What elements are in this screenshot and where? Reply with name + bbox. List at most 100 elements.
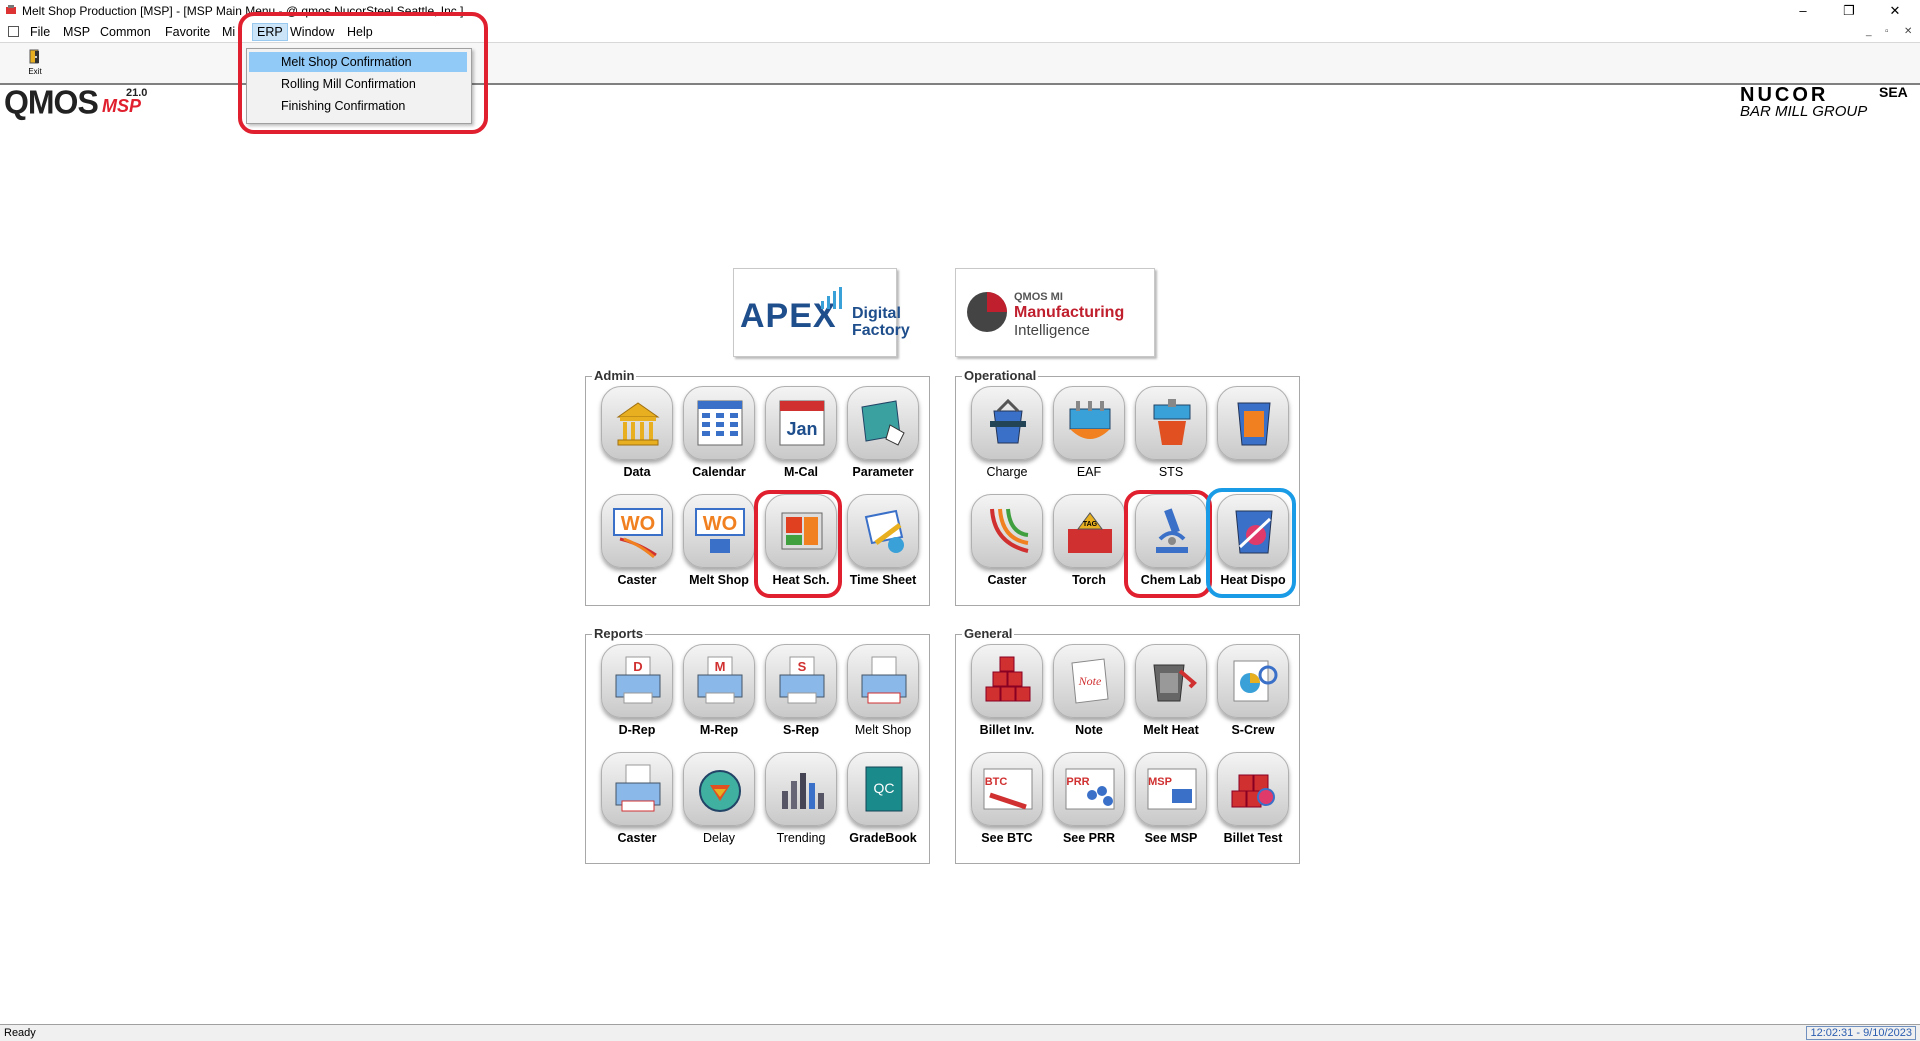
- rep-gradebook-tile[interactable]: QC GradeBook: [842, 752, 922, 852]
- op-torch-label: Torch: [1072, 573, 1106, 587]
- admin-parameter-tile[interactable]: Parameter: [842, 386, 922, 486]
- qmos-mi-button[interactable]: QMOS MI Manufacturing Intelligence: [955, 268, 1155, 357]
- op-sts-tile[interactable]: STS: [1130, 386, 1210, 486]
- svg-text:S: S: [798, 659, 807, 674]
- rep-drep-label: D-Rep: [618, 723, 656, 737]
- reports-group-title: Reports: [592, 626, 646, 641]
- general-group: General Billet Inv. Note Note Melt Heat S…: [955, 626, 1300, 864]
- wo-meltshop-icon: WO: [695, 508, 745, 553]
- version-label: 21.0: [126, 87, 148, 99]
- svg-text:QC: QC: [874, 780, 895, 796]
- admin-calendar-tile[interactable]: Calendar: [678, 386, 758, 486]
- rep-caster-tile[interactable]: Caster: [596, 752, 676, 852]
- close-button[interactable]: ✕: [1872, 0, 1918, 22]
- gen-seebtc-tile[interactable]: BTC See BTC: [966, 752, 1046, 852]
- general-group-title: General: [962, 626, 1015, 641]
- erp-menu-highlight: [238, 12, 488, 134]
- note-icon: Note: [1071, 658, 1109, 704]
- menu-common[interactable]: Common: [96, 24, 155, 40]
- gen-seemsp-tile[interactable]: MSP See MSP: [1130, 752, 1210, 852]
- minimize-button[interactable]: –: [1780, 0, 1826, 22]
- op-caster-label: Caster: [987, 573, 1027, 587]
- admin-data-tile[interactable]: Data: [596, 386, 676, 486]
- rep-trending-label: Trending: [776, 831, 826, 845]
- rep-drep-tile[interactable]: D D-Rep: [596, 644, 676, 744]
- menu-file[interactable]: File: [26, 24, 54, 40]
- printer-caster-icon: [615, 764, 661, 812]
- gen-screw-label: S-Crew: [1231, 723, 1275, 737]
- exit-label: Exit: [28, 67, 42, 76]
- gen-screw-tile[interactable]: S-Crew: [1212, 644, 1292, 744]
- gen-seeprr-tile[interactable]: PRR See PRR: [1048, 752, 1128, 852]
- rep-meltshop-tile[interactable]: Melt Shop: [842, 644, 922, 744]
- svg-text:BTC: BTC: [985, 776, 1008, 788]
- mdi-minimize-button[interactable]: _: [1866, 26, 1872, 37]
- menu-msp[interactable]: MSP: [59, 24, 94, 40]
- svg-text:WO: WO: [703, 513, 737, 535]
- rep-srep-tile[interactable]: S S-Rep: [760, 644, 840, 744]
- apex-digital-factory-button[interactable]: APEX Digital Factory: [733, 268, 910, 357]
- op-charge-tile[interactable]: Charge: [966, 386, 1046, 486]
- admin-caster-tile[interactable]: WO Caster: [596, 494, 676, 594]
- gen-seemsp-label: See MSP: [1144, 831, 1198, 845]
- msp-logo: MSP: [102, 96, 142, 116]
- qmos-mi-line1: Manufacturing: [1014, 304, 1125, 321]
- mdi-restore-button[interactable]: ▫: [1885, 26, 1889, 37]
- admin-parameter-label: Parameter: [852, 465, 914, 479]
- rep-gradebook-label: GradeBook: [849, 831, 917, 845]
- gen-note-tile[interactable]: Note Note: [1048, 644, 1128, 744]
- op-ladle-tile[interactable]: [1212, 386, 1292, 486]
- admin-meltshop-label: Melt Shop: [689, 573, 749, 587]
- menu-favorite[interactable]: Favorite: [161, 24, 214, 40]
- qmos-mi-line2: Intelligence: [1014, 322, 1090, 339]
- mdi-close-button[interactable]: ✕: [1904, 26, 1912, 37]
- svg-text:M: M: [715, 659, 726, 674]
- qmos-mi-small: QMOS MI: [1014, 291, 1063, 303]
- status-clock: 12:02:31 - 9/10/2023: [1806, 1026, 1916, 1040]
- bank-icon: [616, 402, 660, 446]
- svg-text:Note: Note: [1078, 674, 1102, 688]
- calendar-icon: [697, 400, 743, 446]
- op-eaf-label: EAF: [1076, 465, 1102, 479]
- svg-text:D: D: [633, 659, 642, 674]
- apex-line2: Factory: [852, 322, 910, 339]
- qmos-logo: QMOS: [4, 83, 99, 121]
- op-torch-tile[interactable]: TAG Torch: [1048, 494, 1128, 594]
- document-icon[interactable]: [8, 26, 19, 37]
- printer-s-icon: S: [779, 656, 825, 704]
- gen-billettest-tile[interactable]: Billet Test: [1212, 752, 1292, 852]
- rep-mrep-tile[interactable]: M M-Rep: [678, 644, 758, 744]
- op-caster-tile[interactable]: Caster: [966, 494, 1046, 594]
- chem-lab-highlight: [1124, 490, 1212, 598]
- admin-mcal-label: M-Cal: [783, 465, 819, 479]
- admin-timesheet-tile[interactable]: Time Sheet: [842, 494, 922, 594]
- admin-data-label: Data: [623, 465, 651, 479]
- restore-button[interactable]: ❐: [1826, 0, 1872, 22]
- rep-trending-tile[interactable]: Trending: [760, 752, 840, 852]
- btc-icon: BTC: [983, 768, 1033, 810]
- melt-heat-ladle-icon: [1153, 664, 1197, 702]
- status-bar: Ready 12:02:31 - 9/10/2023: [0, 1024, 1920, 1041]
- operational-group-title: Operational: [962, 368, 1039, 383]
- gen-meltheat-tile[interactable]: Melt Heat: [1130, 644, 1210, 744]
- admin-caster-label: Caster: [617, 573, 657, 587]
- admin-mcal-tile[interactable]: Jan M-Cal: [760, 386, 840, 486]
- msp-screen-icon: MSP: [1147, 768, 1197, 810]
- menu-mi[interactable]: Mi: [218, 24, 239, 40]
- jan-calendar-icon: Jan: [779, 400, 825, 446]
- admin-meltshop-tile[interactable]: WO Melt Shop: [678, 494, 758, 594]
- gen-billettest-label: Billet Test: [1223, 831, 1283, 845]
- billet-test-icon: [1231, 774, 1275, 808]
- gen-seebtc-label: See BTC: [981, 831, 1033, 845]
- printer-m-icon: M: [697, 656, 743, 704]
- gen-billetinv-tile[interactable]: Billet Inv.: [966, 644, 1046, 744]
- eaf-furnace-icon: [1069, 401, 1111, 439]
- rep-delay-tile[interactable]: Delay: [678, 752, 758, 852]
- exit-button[interactable]: Exit: [14, 49, 56, 81]
- gen-meltheat-label: Melt Heat: [1143, 723, 1199, 737]
- svg-text:Jan: Jan: [786, 419, 817, 439]
- op-eaf-tile[interactable]: EAF: [1048, 386, 1128, 486]
- reports-group: Reports D D-Rep M M-Rep S S-Rep Melt Shop C…: [585, 626, 930, 864]
- caster-strands-icon: [990, 508, 1029, 553]
- svg-text:WO: WO: [621, 513, 655, 535]
